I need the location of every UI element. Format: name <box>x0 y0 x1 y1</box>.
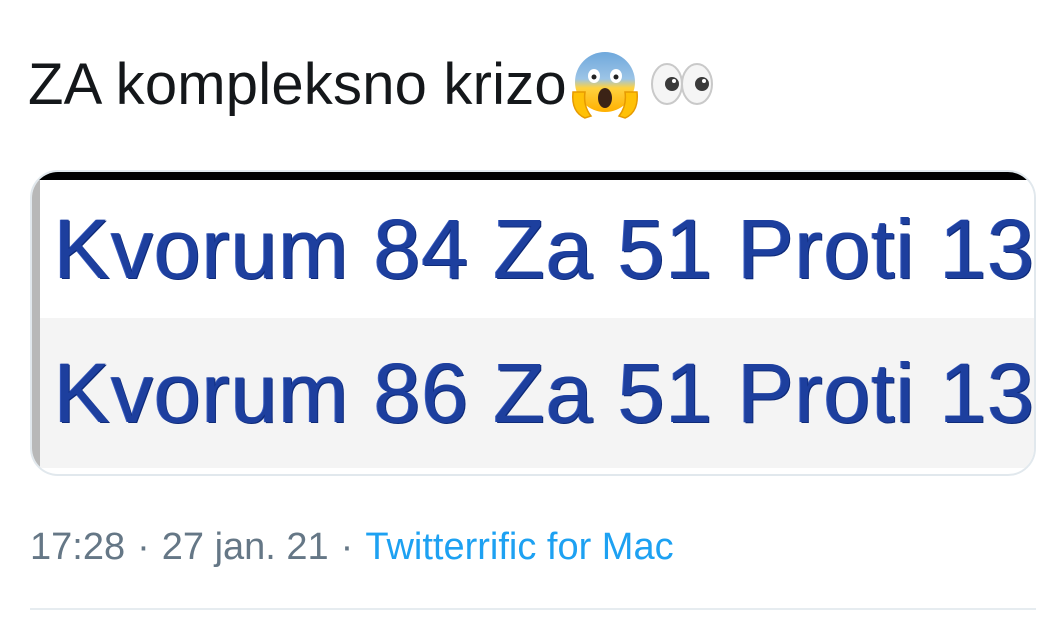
screaming-face-emoji-icon <box>567 46 643 122</box>
vote-result-row: Kvorum 86 Za 51 Proti 13 <box>40 318 1034 468</box>
meta-separator: · <box>340 525 354 568</box>
image-left-border <box>32 180 40 470</box>
meta-separator: · <box>137 525 150 568</box>
tweet-time[interactable]: 17:28 <box>30 526 125 569</box>
divider <box>30 608 1036 610</box>
image-top-border <box>32 172 1034 180</box>
tweet-meta: 17:28 · 27 jan. 21 · Twitterrific for Ma… <box>30 522 674 572</box>
eyes-emoji-icon <box>643 46 719 122</box>
tweet-source-link[interactable]: Twitterrific for Mac <box>365 526 673 569</box>
tweet-text-content: ZA kompleksno krizo <box>28 51 567 117</box>
tweet-date[interactable]: 27 jan. 21 <box>162 526 329 569</box>
vote-result-row: Kvorum 84 Za 51 Proti 13 <box>40 180 1034 318</box>
tweet-text: ZA kompleksno krizo <box>28 44 719 124</box>
media-image[interactable]: Kvorum 84 Za 51 Proti 13 Kvorum 86 Za 51… <box>30 170 1036 476</box>
